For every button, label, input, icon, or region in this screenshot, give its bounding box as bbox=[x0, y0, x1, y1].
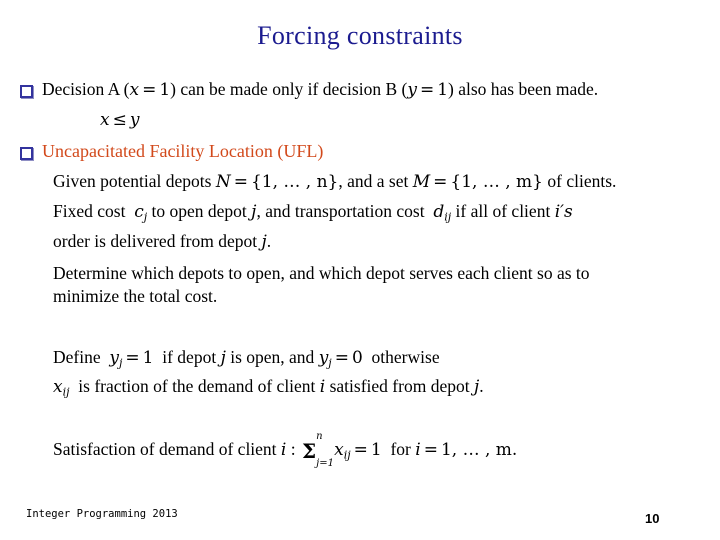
sat-var-x: x bbox=[334, 440, 344, 460]
define-p5: is fraction of the demand of client bbox=[78, 376, 316, 396]
order-delivered-text: order is delivered from depot j. bbox=[53, 230, 271, 253]
line-minimize-cost: minimize the total cost. bbox=[53, 285, 217, 307]
define-value-1: 1 bbox=[142, 348, 154, 368]
b1-post: ) also has been made. bbox=[448, 79, 599, 99]
determine-text: Determine which depots to open, and whic… bbox=[53, 263, 590, 283]
define-p2: if depot bbox=[162, 347, 217, 367]
var-y-1: y bbox=[109, 348, 119, 368]
var-d: d bbox=[433, 202, 445, 222]
fixed-p2: to open depot bbox=[151, 201, 247, 221]
sat-value: 1 bbox=[370, 440, 382, 460]
define-y-text: Define yj = 1 if depot j is open, and yj = 0… bbox=[53, 346, 440, 375]
define-value-2: 0 bbox=[351, 348, 363, 368]
var-c-subscript: j bbox=[143, 210, 148, 224]
slide-body: Decision A (x = 1) can be made only if dec… bbox=[0, 70, 720, 490]
line-given-depots: Given potential depots N = {1, … , n}, and… bbox=[53, 170, 616, 193]
b1-var-x: x bbox=[129, 80, 140, 100]
define-p7: . bbox=[479, 376, 484, 396]
b1-pre: Decision A ( bbox=[42, 79, 130, 99]
given-p3: of clients. bbox=[547, 171, 617, 191]
sat-range: 1, … , m. bbox=[440, 440, 518, 460]
page-number: 10 bbox=[645, 511, 660, 526]
b1-var-y: y bbox=[407, 80, 417, 100]
line-satisfaction-demand: Satisfaction of demand of client i : Σn j… bbox=[53, 432, 518, 469]
constraint-text: x ≤ y bbox=[100, 108, 139, 131]
constraint-lhs: x bbox=[100, 110, 110, 130]
given-eq-2: = bbox=[433, 172, 448, 192]
summation-symbol: Σn j=1 bbox=[301, 432, 334, 469]
sum-upper-limit: n bbox=[316, 431, 323, 442]
line-determine-depots: Determine which depots to open, and whic… bbox=[53, 262, 590, 284]
line-order-delivered: order is delivered from depot j. bbox=[53, 230, 271, 253]
line-fixed-cost: Fixed cost cj to open depot j, and trans… bbox=[53, 200, 573, 229]
bullet-item-forcing-constraint: Decision A (x = 1) can be made only if dec… bbox=[20, 78, 598, 101]
sat-p1: Satisfaction of demand of client bbox=[53, 439, 277, 459]
sigma-glyph: Σ bbox=[301, 439, 317, 463]
var-x-frac-subscript: ij bbox=[62, 385, 70, 399]
define-eq-1: = bbox=[125, 348, 140, 368]
b1-eq-2: = bbox=[419, 80, 435, 100]
b1-one-b: 1 bbox=[437, 80, 449, 100]
define-p1: Define bbox=[53, 347, 101, 367]
fixed-p1: Fixed cost bbox=[53, 201, 126, 221]
define-p4: otherwise bbox=[371, 347, 440, 367]
given-p1: Given potential depots bbox=[53, 171, 212, 191]
define-p3: is open, and bbox=[230, 347, 315, 367]
define-eq-2: = bbox=[334, 348, 349, 368]
define-var-i: i bbox=[319, 377, 326, 397]
fixed-p3: , and transportation cost bbox=[256, 201, 425, 221]
sat-p2: for bbox=[390, 439, 411, 459]
order-post: . bbox=[266, 231, 272, 251]
fixed-p4: if all of client bbox=[455, 201, 551, 221]
bullet-item-ufl: Uncapacitated Facility Location (UFL) bbox=[20, 140, 323, 162]
set-N: N bbox=[215, 172, 231, 192]
minimize-text: minimize the total cost. bbox=[53, 286, 218, 306]
constraint-rhs: y bbox=[129, 110, 140, 130]
page-title: Forcing constraints bbox=[257, 21, 463, 50]
sat-colon: : bbox=[290, 439, 296, 459]
square-bullet-icon bbox=[20, 147, 33, 160]
line-define-y: Define yj = 1 if depot j is open, and yj = 0… bbox=[53, 346, 440, 375]
bullet-1-text: Decision A (x = 1) can be made only if dec… bbox=[42, 78, 598, 101]
define-x-text: xij is fraction of the demand of client … bbox=[53, 375, 484, 404]
var-c: c bbox=[134, 202, 144, 222]
var-d-subscript: ij bbox=[444, 210, 452, 224]
b1-one-a: 1 bbox=[159, 80, 171, 100]
sum-lower-limit: j=1 bbox=[316, 458, 334, 469]
given-eq-1: = bbox=[233, 172, 248, 192]
var-x-frac: x bbox=[53, 377, 63, 397]
sat-var-i-2: i bbox=[415, 440, 421, 460]
satisfaction-text: Satisfaction of demand of client i : Σn j… bbox=[53, 432, 518, 469]
footer-course-label: Integer Programming 2013 bbox=[26, 508, 178, 520]
set-M: M bbox=[412, 172, 431, 192]
given-depots-text: Given potential depots N = {1, … , n}, and… bbox=[53, 170, 616, 193]
sat-var-i: i bbox=[280, 440, 287, 460]
b1-eq-1: = bbox=[142, 80, 157, 100]
define-p6: satisfied from depot bbox=[329, 376, 470, 396]
set-N-value: {1, … , n} bbox=[250, 172, 339, 192]
constraint-relation: ≤ bbox=[112, 110, 127, 130]
set-M-value: {1, … , m} bbox=[450, 172, 543, 192]
square-bullet-icon bbox=[20, 85, 33, 98]
line-define-x: xij is fraction of the demand of client … bbox=[53, 375, 484, 404]
constraint-x-le-y: x ≤ y bbox=[100, 108, 139, 131]
b1-mid: ) can be made only if decision B ( bbox=[170, 79, 408, 99]
given-p2: , and a set bbox=[338, 171, 409, 191]
sat-var-x-subscript: ij bbox=[343, 448, 351, 462]
order-pre: order is delivered from depot bbox=[53, 231, 258, 251]
sat-eq: = bbox=[353, 440, 368, 460]
fixed-cost-text: Fixed cost cj to open depot j, and trans… bbox=[53, 200, 573, 229]
ufl-heading: Uncapacitated Facility Location (UFL) bbox=[42, 141, 324, 161]
define-var-j: j bbox=[220, 348, 226, 368]
var-y-2: y bbox=[318, 348, 329, 368]
var-i-prime: i′s bbox=[554, 202, 573, 222]
sat-eq-2: = bbox=[423, 440, 438, 460]
